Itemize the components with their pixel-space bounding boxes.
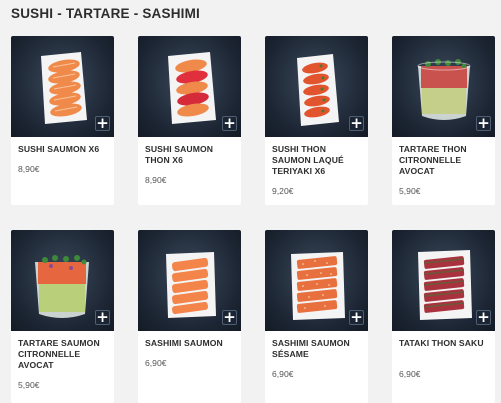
product-card-tartare-thon[interactable]: + TARTARE THON CITRONNELLE AVOCAT 5,90€	[392, 36, 495, 205]
product-card-tartare-saumon[interactable]: + TARTARE SAUMON CITRONNELLE AVOCAT 5,90…	[11, 230, 114, 403]
add-to-cart-button[interactable]: +	[349, 116, 364, 131]
product-name: SASHIMI SAUMON SÉSAME	[272, 338, 350, 359]
product-photo[interactable]: +	[265, 36, 368, 137]
product-price: 8,90€	[18, 164, 40, 174]
product-photo[interactable]: +	[11, 230, 114, 331]
product-card-sushi-saumon[interactable]: + SUSHI SAUMON x6 8,90€	[11, 36, 114, 205]
product-card-sushi-saumon-thon[interactable]: + SUSHI SAUMON THON x6 8,90€	[138, 36, 241, 205]
product-card-tataki-thon-saku[interactable]: + TATAKI THON SAKU 6,90€	[392, 230, 495, 403]
product-price: 8,90€	[145, 175, 167, 185]
product-photo[interactable]: +	[392, 230, 495, 331]
product-card-sushi-thon-saumon-laque[interactable]: + SUSHI THON SAUMON LAQUÉ TERIYAKI x6 9,…	[265, 36, 368, 205]
product-photo[interactable]: +	[265, 230, 368, 331]
product-name: TARTARE THON CITRONNELLE AVOCAT	[399, 144, 467, 176]
product-photo[interactable]: +	[11, 36, 114, 137]
add-to-cart-button[interactable]: +	[95, 310, 110, 325]
product-photo[interactable]: +	[138, 230, 241, 331]
section-title: SUSHI - TARTARE - SASHIMI	[11, 6, 200, 21]
product-photo[interactable]: +	[392, 36, 495, 137]
product-card-sashimi-saumon-sesame[interactable]: + SASHIMI SAUMON SÉSAME 6,90€	[265, 230, 368, 403]
product-photo[interactable]: +	[138, 36, 241, 137]
add-to-cart-button[interactable]: +	[222, 116, 237, 131]
product-price: 6,90€	[399, 369, 421, 379]
product-card-sashimi-saumon[interactable]: + SASHIMI SAUMON 6,90€	[138, 230, 241, 403]
add-to-cart-button[interactable]: +	[95, 116, 110, 131]
product-name: SUSHI THON SAUMON LAQUÉ TERIYAKI x6	[272, 144, 344, 176]
product-name: TARTARE SAUMON CITRONNELLE AVOCAT	[18, 338, 100, 370]
product-price: 9,20€	[272, 186, 294, 196]
add-to-cart-button[interactable]: +	[222, 310, 237, 325]
add-to-cart-button[interactable]: +	[476, 310, 491, 325]
product-name: SUSHI SAUMON THON x6	[145, 144, 214, 165]
product-name: TATAKI THON SAKU	[399, 338, 484, 348]
add-to-cart-button[interactable]: +	[476, 116, 491, 131]
product-price: 5,90€	[399, 186, 421, 196]
product-name: SASHIMI SAUMON	[145, 338, 223, 348]
product-name: SUSHI SAUMON x6	[18, 144, 100, 154]
product-price: 6,90€	[272, 369, 294, 379]
add-to-cart-button[interactable]: +	[349, 310, 364, 325]
product-price: 5,90€	[18, 380, 40, 390]
product-price: 6,90€	[145, 358, 167, 368]
